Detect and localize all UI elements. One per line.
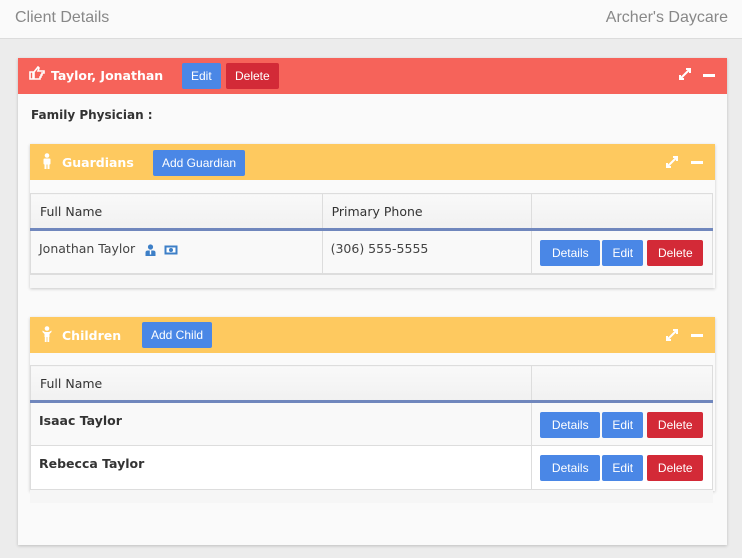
male-person-icon [43, 153, 51, 169]
page-title: Client Details [15, 9, 110, 26]
children-header: Children Add Child [30, 317, 715, 353]
expand-icon[interactable] [665, 155, 679, 169]
delete-button[interactable]: Delete [647, 240, 704, 266]
family-physician-label: Family Physician : [31, 108, 153, 122]
guardians-table: Full Name Primary Phone Jonathan Taylor … [30, 193, 713, 274]
edit-button[interactable]: Edit [602, 455, 644, 481]
delete-button[interactable]: Delete [647, 455, 704, 481]
edit-button[interactable]: Edit [602, 240, 644, 266]
minimize-icon[interactable] [691, 334, 703, 337]
guardians-header: Guardians Add Guardian [30, 144, 715, 180]
hand-pointer-icon [29, 65, 45, 84]
user-tie-icon[interactable] [145, 243, 156, 256]
guardians-title: Guardians [62, 155, 134, 170]
edit-client-button[interactable]: Edit [182, 63, 221, 89]
delete-button[interactable]: Delete [647, 412, 704, 438]
money-icon[interactable] [164, 245, 178, 255]
delete-client-button[interactable]: Delete [226, 63, 279, 89]
details-button[interactable]: Details [540, 240, 601, 266]
child-name: Rebecca Taylor [29, 445, 533, 490]
client-panel-header: Taylor, Jonathan Edit Delete [18, 58, 727, 94]
child-icon [42, 326, 52, 342]
guardian-phone: (306) 555-5555 [321, 229, 533, 274]
table-footer [30, 274, 713, 288]
add-child-button[interactable]: Add Child [142, 322, 213, 348]
children-table: Full Name Isaac Taylor Details Edit Dele… [29, 365, 713, 490]
children-panel: Children Add Child Full Name Isaac Taylo… [29, 317, 715, 503]
details-button[interactable]: Details [540, 455, 601, 481]
table-row: Isaac Taylor Details Edit Delete [29, 401, 713, 446]
guardians-panel: Guardians Add Guardian Full Name Primary… [30, 144, 715, 288]
table-row: Jonathan Taylor (306) 555-5555 Details E… [30, 229, 713, 274]
guardian-actions: Details Edit Delete [531, 229, 713, 274]
family-physician-label-text: Family Physician : [31, 108, 153, 122]
child-actions: Details Edit Delete [531, 445, 713, 490]
add-guardian-button[interactable]: Add Guardian [153, 150, 246, 176]
guardian-name: Jonathan Taylor [39, 241, 136, 256]
column-header-full-name: Full Name [30, 193, 323, 231]
table-footer [30, 489, 713, 503]
column-header-full-name: Full Name [29, 365, 533, 403]
children-title: Children [62, 328, 122, 343]
edit-button[interactable]: Edit [602, 412, 644, 438]
details-button[interactable]: Details [540, 412, 601, 438]
child-name: Isaac Taylor [29, 401, 533, 446]
minimize-icon[interactable] [703, 74, 715, 77]
child-actions: Details Edit Delete [531, 401, 713, 446]
column-header-primary-phone: Primary Phone [321, 193, 533, 231]
minimize-icon[interactable] [691, 161, 703, 164]
expand-icon[interactable] [665, 328, 679, 342]
table-row: Rebecca Taylor Details Edit Delete [29, 445, 713, 490]
top-bar: Client Details Archer's Daycare [0, 0, 742, 39]
client-panel: Taylor, Jonathan Edit Delete Family Phys… [18, 58, 727, 545]
client-name: Taylor, Jonathan [51, 68, 164, 83]
guardian-name-cell: Jonathan Taylor [30, 229, 323, 274]
brand-name: Archer's Daycare [605, 9, 728, 26]
expand-icon[interactable] [678, 67, 692, 81]
column-header-actions [531, 365, 713, 403]
column-header-actions [531, 193, 713, 231]
